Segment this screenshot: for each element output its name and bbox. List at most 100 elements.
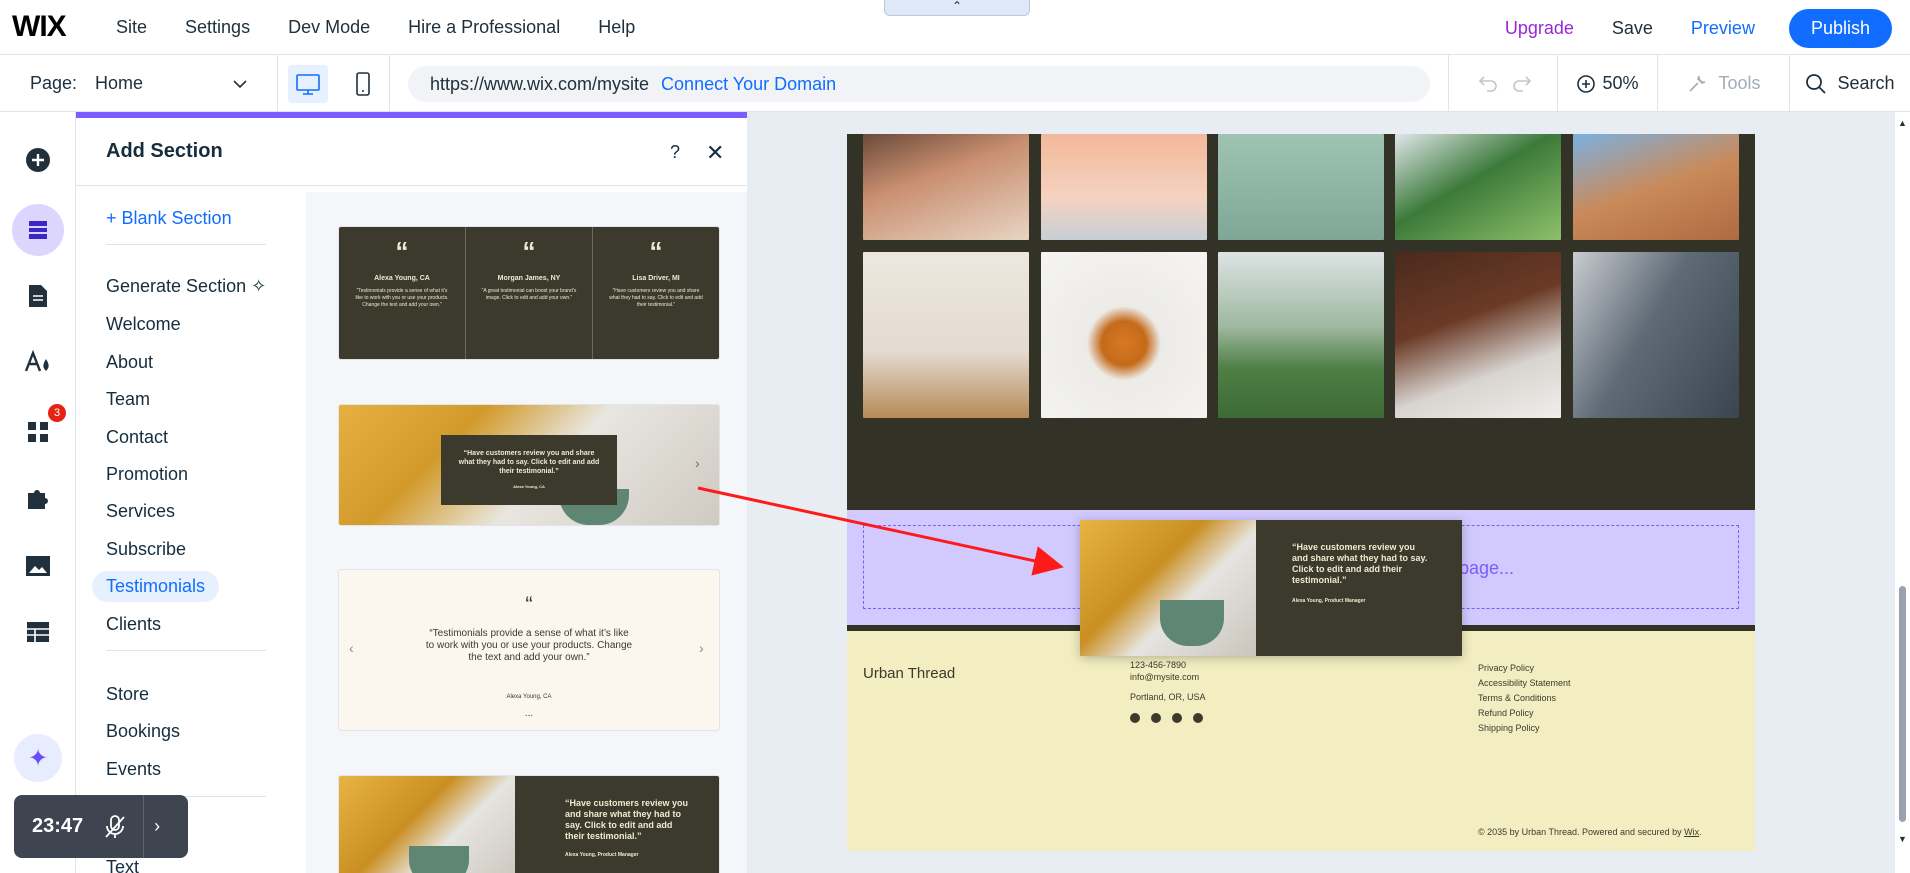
undo-icon[interactable] [1477,73,1499,93]
gallery-image[interactable] [1041,252,1207,418]
business-apps-button[interactable] [16,476,60,520]
design-button[interactable] [16,340,60,384]
media-button[interactable] [16,544,60,588]
testimonial-name: Alexa Young, CA [513,484,545,489]
apps-button[interactable]: 3 [16,404,66,454]
category-welcome[interactable]: Welcome [106,314,181,335]
mobile-view-button[interactable] [343,65,383,103]
category-subscribe[interactable]: Subscribe [106,539,186,560]
category-bookings[interactable]: Bookings [106,721,180,742]
category-store[interactable]: Store [106,684,149,705]
close-icon[interactable]: ✕ [706,140,724,166]
add-section-button[interactable] [12,204,64,256]
quote-icon: “ [525,592,533,617]
footer-section[interactable]: Urban Thread 123-456-7890 info@mysite.co… [847,631,1755,851]
site-url-bar: https://www.wix.com/mysite Connect Your … [408,66,1430,102]
category-contact[interactable]: Contact [106,427,168,448]
add-elements-button[interactable] [16,138,60,182]
divider [143,795,145,858]
category-team[interactable]: Team [106,389,150,410]
quote-icon: “ [395,236,409,266]
menu-settings[interactable]: Settings [185,17,250,38]
gallery-section[interactable] [847,134,1755,510]
menu-help[interactable]: Help [598,17,635,38]
scroll-down-icon[interactable]: ▼ [1898,834,1907,844]
timer-value: 23:47 [32,815,84,837]
footer-link[interactable]: Privacy Policy [1478,661,1571,676]
category-clients[interactable]: Clients [106,614,161,635]
facebook-icon[interactable] [1130,713,1140,723]
canvas-scrollbar[interactable]: ▲ ▼ [1895,112,1910,873]
pages-button[interactable] [16,274,60,318]
gallery-image[interactable] [1041,134,1207,240]
testimonial-thumbnail-1[interactable]: “ Alexa Young, CA “Testimonials provide … [338,226,720,360]
zoom-control[interactable]: 50% [1558,55,1658,112]
footer-brand[interactable]: Urban Thread [863,665,955,682]
desktop-view-button[interactable] [288,65,328,103]
tools-button[interactable]: Tools [1658,55,1790,112]
gallery-image[interactable] [863,134,1029,240]
menu-hire-professional[interactable]: Hire a Professional [408,17,560,38]
testimonial-box: “Have customers review you and share wha… [1256,520,1462,656]
footer-link[interactable]: Terms & Conditions [1478,691,1571,706]
dragged-section-preview[interactable]: “Have customers review you and share wha… [1080,520,1462,656]
category-text[interactable]: Text [106,857,139,873]
category-events[interactable]: Events [106,759,161,780]
collapse-toolbar-tab[interactable]: ⌃ [884,0,1030,16]
mic-off-icon[interactable] [103,814,127,840]
footer-link[interactable]: Shipping Policy [1478,721,1571,736]
upgrade-link[interactable]: Upgrade [1505,18,1574,39]
footer-email[interactable]: info@mysite.com [1130,671,1206,683]
footer-link[interactable]: Accessibility Statement [1478,676,1571,691]
chevron-right-icon[interactable]: › [154,816,160,837]
blank-section-button[interactable]: + Blank Section [106,208,232,229]
footer-link[interactable]: Refund Policy [1478,706,1571,721]
copyright-text: © 2035 by Urban Thread. Powered and secu… [1478,827,1682,837]
wix-logo[interactable]: WIX [12,10,116,44]
search-icon [1806,73,1827,94]
search-button[interactable]: Search [1790,55,1910,112]
category-testimonials[interactable]: Testimonials [92,571,220,602]
testimonial-thumbnail-3[interactable]: “ “Testimonials provide a sense of what … [338,569,720,731]
page-selector[interactable]: Page: Home [0,55,278,112]
x-icon[interactable] [1172,713,1182,723]
sparkle-icon: ✦ [27,744,49,772]
gallery-image[interactable] [1395,252,1561,418]
gallery-image[interactable] [863,252,1029,418]
redo-icon[interactable] [1511,73,1533,93]
testimonial-thumbnail-4[interactable]: “Have customers review you and share wha… [338,775,720,873]
menu-dev-mode[interactable]: Dev Mode [288,17,370,38]
help-icon[interactable]: ? [670,142,680,163]
gallery-image[interactable] [1218,134,1384,240]
gallery-image[interactable] [1395,134,1561,240]
connect-domain-link[interactable]: Connect Your Domain [661,74,836,95]
gallery-image[interactable] [1573,252,1739,418]
cup-shape [409,846,469,873]
editor-toolbar: Page: Home https://www.wix.com/mysite Co… [0,55,1910,112]
instagram-icon[interactable] [1151,713,1161,723]
top-menu: Site Settings Dev Mode Hire a Profession… [116,17,673,38]
ai-assistant-button[interactable]: ✦ [14,734,62,782]
category-promotion[interactable]: Promotion [106,464,188,485]
gallery-image[interactable] [1218,252,1384,418]
tiktok-icon[interactable] [1193,713,1203,723]
scrollbar-thumb[interactable] [1899,586,1906,822]
cup-image [339,776,515,873]
gallery-image[interactable] [1573,134,1739,240]
save-button[interactable]: Save [1612,18,1653,39]
category-about[interactable]: About [106,352,153,373]
scroll-up-icon[interactable]: ▲ [1898,118,1907,128]
preview-button[interactable]: Preview [1691,18,1755,39]
menu-site[interactable]: Site [116,17,147,38]
category-generate-section[interactable]: Generate Section ✧ [106,276,266,297]
category-label: Generate Section [106,276,247,296]
publish-button[interactable]: Publish [1788,9,1892,48]
cms-button[interactable] [16,610,60,654]
testimonial-name: Alexa Young, Product Manager [565,852,639,858]
site-url: https://www.wix.com/mysite [430,73,650,94]
image-icon [26,556,50,576]
category-services[interactable]: Services [106,501,175,522]
wix-link[interactable]: Wix [1684,827,1699,837]
testimonial-thumbnail-2[interactable]: “Have customers review you and share wha… [338,404,720,526]
quote-icon: “ [522,236,536,266]
